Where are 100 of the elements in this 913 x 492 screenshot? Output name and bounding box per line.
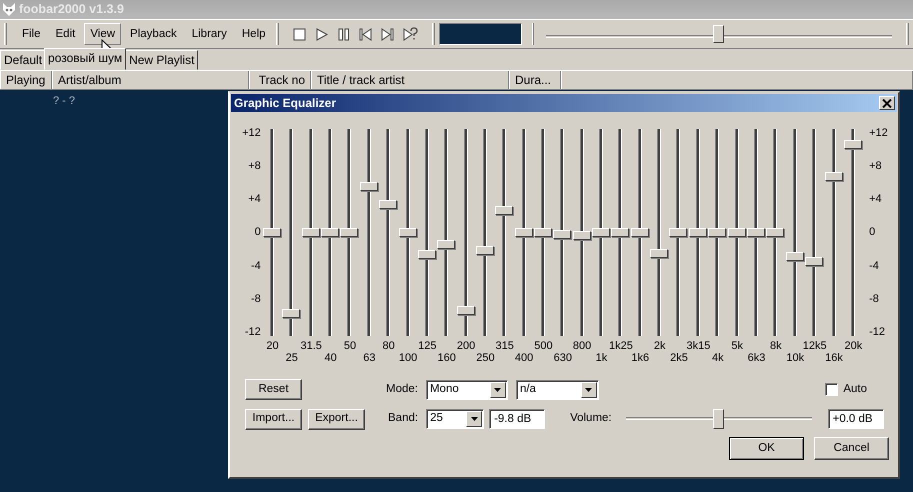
eq-band-slider[interactable] bbox=[786, 129, 805, 336]
column-header[interactable]: Track no bbox=[249, 71, 311, 89]
close-button[interactable] bbox=[879, 96, 895, 110]
menu-item[interactable]: View bbox=[84, 23, 122, 45]
scale-label: -8 bbox=[250, 292, 261, 306]
menu-item[interactable]: Library bbox=[186, 23, 233, 45]
slider-thumb[interactable] bbox=[766, 228, 784, 237]
eq-band-slider[interactable] bbox=[360, 129, 379, 336]
slider-thumb[interactable] bbox=[514, 228, 533, 237]
reset-button[interactable]: Reset bbox=[245, 379, 302, 400]
slider-thumb[interactable] bbox=[495, 206, 514, 214]
slider-thumb[interactable] bbox=[340, 228, 358, 237]
slider-thumb[interactable] bbox=[398, 228, 417, 237]
band-label: 4k bbox=[712, 352, 724, 365]
cancel-button[interactable]: Cancel bbox=[814, 437, 889, 460]
slider-thumb[interactable] bbox=[630, 228, 649, 237]
slider-thumb[interactable] bbox=[650, 248, 668, 258]
dropdown[interactable]: Mono bbox=[426, 380, 508, 400]
slider-thumb[interactable] bbox=[728, 228, 746, 237]
scale-label: 0 bbox=[869, 225, 876, 240]
slider-thumb[interactable] bbox=[321, 228, 340, 237]
eq-band-slider[interactable] bbox=[398, 129, 418, 336]
slider-thumb[interactable] bbox=[476, 246, 494, 256]
slider-thumb[interactable] bbox=[534, 228, 552, 237]
playlist-tab[interactable]: Default bbox=[0, 50, 46, 70]
slider-thumb[interactable] bbox=[437, 240, 456, 249]
slider-thumb[interactable] bbox=[572, 231, 591, 240]
slider-thumb[interactable] bbox=[712, 409, 724, 429]
ok-button[interactable]: OK bbox=[729, 437, 804, 460]
eq-band-slider[interactable] bbox=[456, 129, 476, 336]
scale-label: -4 bbox=[250, 258, 261, 273]
seek-slider[interactable] bbox=[546, 23, 892, 45]
gain-field[interactable]: -9.8 dB bbox=[489, 409, 546, 429]
track-text[interactable]: ? - ? bbox=[53, 93, 76, 110]
window-title: foobar2000 v1.3.9 bbox=[19, 1, 124, 18]
eq-band-slider[interactable] bbox=[262, 129, 282, 336]
slider-thumb[interactable] bbox=[713, 25, 724, 43]
column-header[interactable]: Dura... bbox=[509, 71, 561, 89]
playlist-tab[interactable]: розовый шум bbox=[44, 48, 126, 70]
slider-thumb[interactable] bbox=[553, 230, 572, 239]
eq-band-slider[interactable] bbox=[476, 129, 495, 336]
export-button[interactable]: Export... bbox=[308, 408, 365, 430]
slider-thumb[interactable] bbox=[669, 228, 688, 237]
eq-band-slider[interactable] bbox=[514, 129, 534, 336]
eq-band-slider[interactable] bbox=[669, 129, 688, 336]
slider-thumb[interactable] bbox=[282, 309, 300, 318]
menu-item[interactable]: Edit bbox=[50, 23, 82, 45]
eq-band-slider[interactable] bbox=[650, 129, 670, 336]
eq-band-slider[interactable] bbox=[437, 129, 456, 336]
eq-band-slider[interactable] bbox=[321, 129, 340, 336]
slider-thumb[interactable] bbox=[456, 306, 475, 315]
eq-band-slider[interactable] bbox=[747, 129, 766, 336]
playlist-tab[interactable]: New Playlist bbox=[125, 50, 198, 70]
slider-thumb[interactable] bbox=[611, 228, 630, 237]
slider-thumb[interactable] bbox=[786, 252, 804, 262]
dropdown[interactable]: 25 bbox=[426, 409, 484, 429]
column-header[interactable]: Title / track artist bbox=[311, 71, 509, 89]
scale-label: +12 bbox=[869, 126, 889, 140]
eq-band-slider[interactable] bbox=[766, 129, 786, 336]
menu-item[interactable]: File bbox=[16, 23, 46, 45]
slider-thumb[interactable] bbox=[844, 140, 862, 150]
column-header[interactable]: Artist/album bbox=[52, 71, 249, 89]
eq-band-slider[interactable] bbox=[282, 129, 302, 336]
eq-band-slider[interactable] bbox=[728, 129, 747, 336]
eq-band-slider[interactable] bbox=[572, 129, 592, 336]
slider-thumb[interactable] bbox=[360, 182, 378, 191]
eq-band-slider[interactable] bbox=[611, 129, 630, 336]
menu-item[interactable]: Playback bbox=[124, 23, 183, 45]
eq-band-slider[interactable] bbox=[418, 129, 437, 336]
slider-thumb[interactable] bbox=[747, 228, 766, 237]
app-logo-icon bbox=[2, 3, 16, 16]
slider-thumb[interactable] bbox=[592, 228, 610, 237]
slider-thumb[interactable] bbox=[688, 228, 707, 237]
dropdown[interactable]: n/a bbox=[516, 380, 599, 400]
eq-band-slider[interactable] bbox=[340, 129, 360, 336]
eq-band-slider[interactable] bbox=[824, 129, 844, 336]
eq-band-slider[interactable] bbox=[688, 129, 708, 336]
column-header[interactable]: Playing bbox=[0, 71, 52, 89]
volume-field[interactable]: +0.0 dB bbox=[828, 409, 884, 429]
eq-band-slider[interactable] bbox=[630, 129, 650, 336]
eq-band-slider[interactable] bbox=[379, 129, 398, 336]
import-button[interactable]: Import... bbox=[245, 408, 302, 430]
eq-band-slider[interactable] bbox=[553, 129, 572, 336]
slider-thumb[interactable] bbox=[824, 172, 843, 181]
slider-thumb[interactable] bbox=[379, 200, 398, 209]
slider-thumb[interactable] bbox=[708, 228, 726, 237]
eq-band-slider[interactable] bbox=[805, 129, 824, 336]
eq-band-slider[interactable] bbox=[844, 129, 863, 336]
menu-item[interactable]: Help bbox=[236, 23, 272, 45]
eq-band-slider[interactable] bbox=[592, 129, 611, 336]
slider-thumb[interactable] bbox=[262, 228, 281, 237]
slider-thumb[interactable] bbox=[418, 250, 436, 260]
slider-thumb[interactable] bbox=[805, 257, 824, 266]
slider-thumb[interactable] bbox=[302, 228, 320, 237]
eq-band-slider[interactable] bbox=[302, 129, 321, 336]
checkbox[interactable] bbox=[825, 383, 838, 396]
eq-band-slider[interactable] bbox=[495, 129, 514, 336]
eq-band-slider[interactable] bbox=[534, 129, 553, 336]
eq-band-slider[interactable] bbox=[708, 129, 728, 336]
volume-slider[interactable] bbox=[626, 408, 812, 430]
